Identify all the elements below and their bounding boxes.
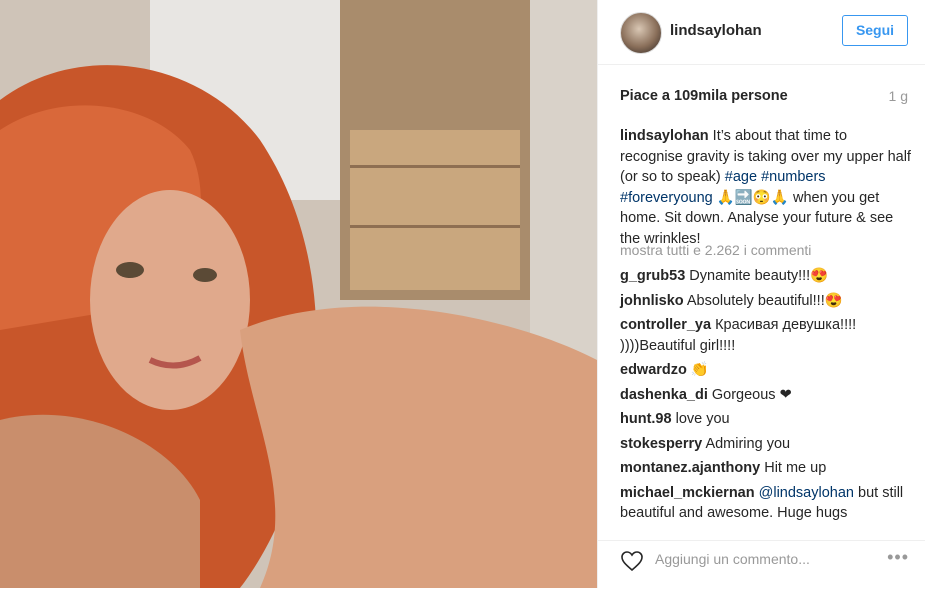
comment-username[interactable]: hunt.98 <box>620 411 672 427</box>
comment: johnlisko Absolutely beautiful!!!😍 <box>620 291 912 312</box>
comment: stokesperry Admiring you <box>620 434 912 455</box>
comment-username[interactable]: edwardzo <box>620 362 687 378</box>
comment-text: love you <box>671 411 730 427</box>
post-caption: lindsaylohan It’s about that time to rec… <box>620 126 912 249</box>
caption-emoji: 🙏🔜😳🙏 <box>712 189 793 206</box>
comment-username[interactable]: michael_mckiernan <box>620 485 755 501</box>
comment: montanez.ajanthony Hit me up <box>620 458 912 479</box>
comment: hunt.98 love you <box>620 409 912 430</box>
comment-username[interactable]: johnlisko <box>620 293 684 309</box>
comment-list: g_grub53 Dynamite beauty!!!😍 johnlisko A… <box>620 266 912 528</box>
heart-icon[interactable] <box>620 549 644 573</box>
hashtag-foreveryoung[interactable]: #foreveryoung <box>620 190 713 206</box>
comment: edwardzo 👏 <box>620 360 912 381</box>
add-comment-input[interactable]: Aggiungi un commento... <box>655 551 810 567</box>
post-photo[interactable] <box>0 0 597 588</box>
hashtag-age[interactable]: #age <box>725 169 757 185</box>
comment-username[interactable]: dashenka_di <box>620 387 708 403</box>
hashtag-numbers[interactable]: #numbers <box>761 169 825 185</box>
likes-row: Piace a 109mila persone 1 g <box>620 88 908 108</box>
comment: g_grub53 Dynamite beauty!!!😍 <box>620 266 912 287</box>
post-time[interactable]: 1 g <box>889 88 908 104</box>
post-footer: Aggiungi un commento... ••• <box>598 540 925 589</box>
comment-text: Absolutely beautiful!!!😍 <box>683 292 843 309</box>
follow-button[interactable]: Segui <box>842 15 908 46</box>
comment-username[interactable]: montanez.ajanthony <box>620 460 760 476</box>
comment-text: 👏 <box>686 362 709 378</box>
comment-username[interactable]: controller_ya <box>620 317 711 333</box>
comment-mention[interactable]: @lindsaylohan <box>755 485 854 501</box>
comment: michael_mckiernan @lindsaylohan but stil… <box>620 483 912 524</box>
author-username[interactable]: lindsaylohan <box>670 22 762 39</box>
comment-username[interactable]: stokesperry <box>620 436 702 452</box>
comment-text: Admiring you <box>702 435 791 452</box>
instagram-post: lindsaylohan Segui Piace a 109mila perso… <box>0 0 925 588</box>
avatar[interactable] <box>620 12 662 54</box>
comment-username[interactable]: g_grub53 <box>620 268 685 284</box>
post-sidebar: lindsaylohan Segui Piace a 109mila perso… <box>597 0 925 588</box>
post-header: lindsaylohan Segui <box>598 0 925 65</box>
comment-text: Dynamite beauty!!!😍 <box>685 268 829 284</box>
comment: dashenka_di Gorgeous ❤ <box>620 385 912 406</box>
likes-count[interactable]: Piace a 109mila persone <box>620 88 788 104</box>
photo-illustration <box>0 0 597 588</box>
comment-text: Hit me up <box>760 460 827 476</box>
caption-username[interactable]: lindsaylohan <box>620 128 709 144</box>
comment-text: Gorgeous ❤ <box>707 386 792 403</box>
more-options-icon[interactable]: ••• <box>887 547 909 568</box>
comment: controller_ya Красивая девушка!!!! ))))B… <box>620 315 912 356</box>
show-all-comments-link[interactable]: mostra tutti e 2.262 i commenti <box>620 242 811 258</box>
